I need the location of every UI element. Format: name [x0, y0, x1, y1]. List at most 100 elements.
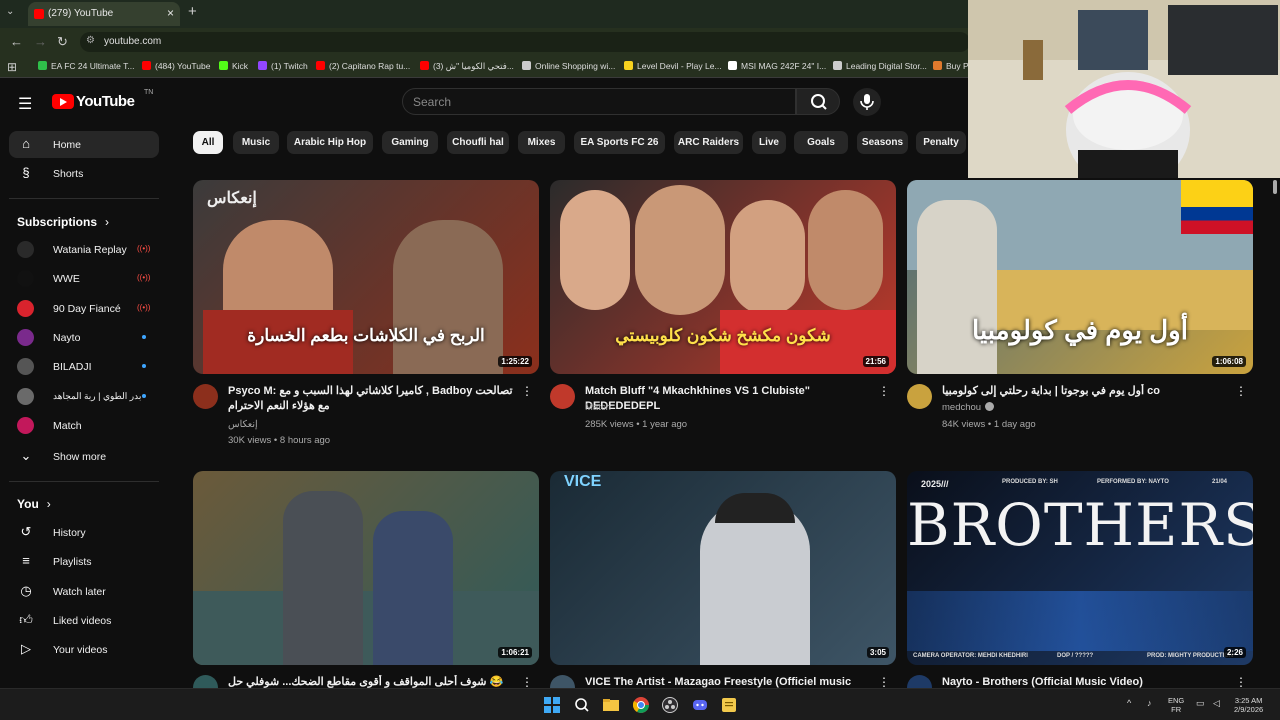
chip-arabic-hip-hop[interactable]: Arabic Hip Hop: [287, 131, 373, 154]
sidebar-item-watch-later[interactable]: ◷ Watch later: [9, 578, 159, 605]
sidebar-item-subscription[interactable]: Nayto: [9, 324, 159, 351]
channel-avatar[interactable]: [550, 384, 575, 409]
notes-app-icon[interactable]: [721, 697, 737, 713]
sidebar-item-subscription[interactable]: 90 Day Fiancé ((•)): [9, 295, 159, 322]
sidebar-item-shorts[interactable]: § Shorts: [9, 160, 159, 187]
you-heading[interactable]: You ›: [17, 497, 51, 511]
obs-icon[interactable]: [662, 697, 678, 713]
bookmark-label: Leading Digital Stor...: [846, 61, 927, 71]
apps-grid-icon[interactable]: ⊞: [7, 60, 17, 74]
video-title[interactable]: Match Bluff "4 Mkachkhines VS 1 Clubiste…: [585, 384, 875, 414]
omnibox[interactable]: ⚙ youtube.com: [80, 32, 970, 52]
video-thumbnail[interactable]: شكون مكشخ شكون كلوبيستي 21:56: [550, 180, 896, 374]
windows-start-icon[interactable]: [544, 697, 560, 713]
clock[interactable]: 3:25 AM 2/9/2026: [1234, 696, 1263, 714]
channel-avatar[interactable]: [193, 384, 218, 409]
youtube-logo[interactable]: YouTube TN: [52, 89, 162, 112]
tab-youtube[interactable]: (279) YouTube ×: [28, 2, 180, 26]
sidebar-item-your-videos[interactable]: ▷ Your videos: [9, 636, 159, 663]
bookmark-item[interactable]: (2) Capitano Rap tu...: [316, 61, 410, 71]
more-options-icon[interactable]: ⋮: [878, 675, 890, 689]
forward-arrow-icon[interactable]: →: [34, 34, 47, 49]
video-thumbnail[interactable]: 1:06:21: [193, 471, 539, 665]
sidebar-item-liked-videos[interactable]: 👍︎ Liked videos: [9, 607, 159, 634]
language-indicator[interactable]: ENG FR: [1168, 696, 1184, 714]
chip-music[interactable]: Music: [233, 131, 279, 154]
video-thumbnail[interactable]: VICE 3:05: [550, 471, 896, 665]
reload-icon[interactable]: ↻: [57, 34, 68, 50]
menu-hamburger-icon[interactable]: ☰: [18, 94, 32, 114]
more-options-icon[interactable]: ⋮: [521, 384, 533, 398]
new-content-dot: [142, 364, 146, 369]
voice-search-button[interactable]: [853, 88, 881, 116]
chip-all[interactable]: All: [193, 131, 223, 154]
subscriptions-heading[interactable]: Subscriptions ›: [17, 215, 109, 229]
bookmark-item[interactable]: (1) Twitch: [258, 61, 308, 71]
video-duration: 2:26: [1223, 647, 1246, 658]
chip-penalty[interactable]: Penalty: [916, 131, 966, 154]
bookmark-item[interactable]: MSI MAG 242F 24" I...: [728, 61, 826, 71]
chip-ea-sports-fc-26[interactable]: EA Sports FC 26: [574, 131, 665, 154]
tab-search-icon[interactable]: ⌄: [6, 6, 14, 17]
chip-seasons[interactable]: Seasons: [857, 131, 908, 154]
more-options-icon[interactable]: ⋮: [1235, 675, 1247, 689]
sidebar-item-history[interactable]: ↺ History: [9, 519, 159, 546]
channel-name[interactable]: Match: [585, 402, 611, 413]
sidebar-item-subscription[interactable]: Match: [9, 412, 159, 439]
bookmark-item[interactable]: Kick: [219, 61, 248, 71]
bookmark-item[interactable]: (3) فتحي الكوميا "ش...: [420, 61, 514, 72]
close-tab-icon[interactable]: ×: [167, 6, 174, 20]
video-thumbnail[interactable]: أول يوم في كولومبيا 1:06:08: [907, 180, 1253, 374]
sidebar-item-show-more[interactable]: ⌄ Show more: [9, 443, 159, 470]
sidebar-divider: [9, 481, 159, 482]
search-input[interactable]: [413, 94, 773, 110]
volume-icon[interactable]: ◁: [1213, 699, 1220, 708]
sidebar-item-home[interactable]: ⌂ Home: [9, 131, 159, 158]
chip-gaming[interactable]: Gaming: [382, 131, 438, 154]
chip-mixes[interactable]: Mixes: [518, 131, 565, 154]
video-thumbnail[interactable]: BROTHERS 2025/// PRODUCED BY: SH PERFORMED …: [907, 471, 1253, 665]
channel-name[interactable]: إنعكاس: [228, 419, 258, 430]
chip-live[interactable]: Live: [752, 131, 786, 154]
more-options-icon[interactable]: ⋮: [878, 384, 890, 398]
tray-overflow-icon[interactable]: ^: [1127, 699, 1131, 708]
sidebar-item-subscription[interactable]: WWE ((•)): [9, 265, 159, 292]
video-thumbnail[interactable]: الربح في الكلاشات بطعم الخسارة إنعكاس 1:25…: [193, 180, 539, 374]
back-arrow-icon[interactable]: ←: [10, 34, 23, 49]
channel-avatar[interactable]: [907, 384, 932, 409]
taskbar-search-icon[interactable]: [574, 697, 590, 713]
bookmark-item[interactable]: Online Shopping wi...: [522, 61, 615, 71]
bookmark-item[interactable]: Level Devil - Play Le...: [624, 61, 722, 71]
new-content-dot: [142, 334, 146, 339]
chip-choufli-hal[interactable]: Choufli hal: [447, 131, 509, 154]
bookmark-favicon-icon: [833, 61, 842, 70]
bookmark-item[interactable]: (484) YouTube: [142, 61, 210, 71]
page-scrollbar[interactable]: [1273, 180, 1277, 194]
chrome-icon[interactable]: [632, 697, 649, 713]
video-title[interactable]: Psyco M: كاميرا كلاشاتي لهذا السبب و مع …: [228, 384, 518, 414]
network-icon[interactable]: ▭: [1196, 699, 1205, 708]
more-options-icon[interactable]: ⋮: [1235, 384, 1247, 398]
sidebar-item-playlists[interactable]: ≡ Playlists: [9, 548, 159, 575]
bookmark-item[interactable]: Buy P: [933, 61, 969, 71]
bookmark-item[interactable]: Leading Digital Stor...: [833, 61, 927, 71]
sidebar-item-subscription[interactable]: Watania Replay ((•)): [9, 236, 159, 263]
thumb-waveform: [907, 591, 1253, 651]
chip-goals[interactable]: Goals: [794, 131, 848, 154]
video-title[interactable]: أول يوم في بوجوتا | بداية رحلتي إلى كولو…: [942, 384, 1232, 399]
new-tab-button[interactable]: +: [188, 3, 197, 20]
thumb-face: [560, 190, 630, 310]
search-button[interactable]: [796, 88, 840, 115]
more-options-icon[interactable]: ⋮: [521, 675, 533, 689]
sidebar-item-subscription[interactable]: BILADJI: [9, 353, 159, 380]
file-explorer-icon[interactable]: [603, 697, 619, 713]
discord-icon[interactable]: [692, 697, 708, 713]
site-info-icon[interactable]: ⚙: [86, 35, 95, 46]
bookmark-item[interactable]: EA FC 24 Ultimate T...: [38, 61, 134, 71]
lang-bottom: FR: [1171, 705, 1182, 714]
url-text[interactable]: youtube.com: [104, 36, 161, 47]
sidebar-item-subscription[interactable]: بدر الطوي | ربة المجاهد: [9, 383, 159, 410]
channel-name[interactable]: medchou: [942, 402, 995, 413]
microphone-tray-icon[interactable]: ♪: [1147, 699, 1152, 708]
chip-arc-raiders[interactable]: ARC Raiders: [674, 131, 743, 154]
